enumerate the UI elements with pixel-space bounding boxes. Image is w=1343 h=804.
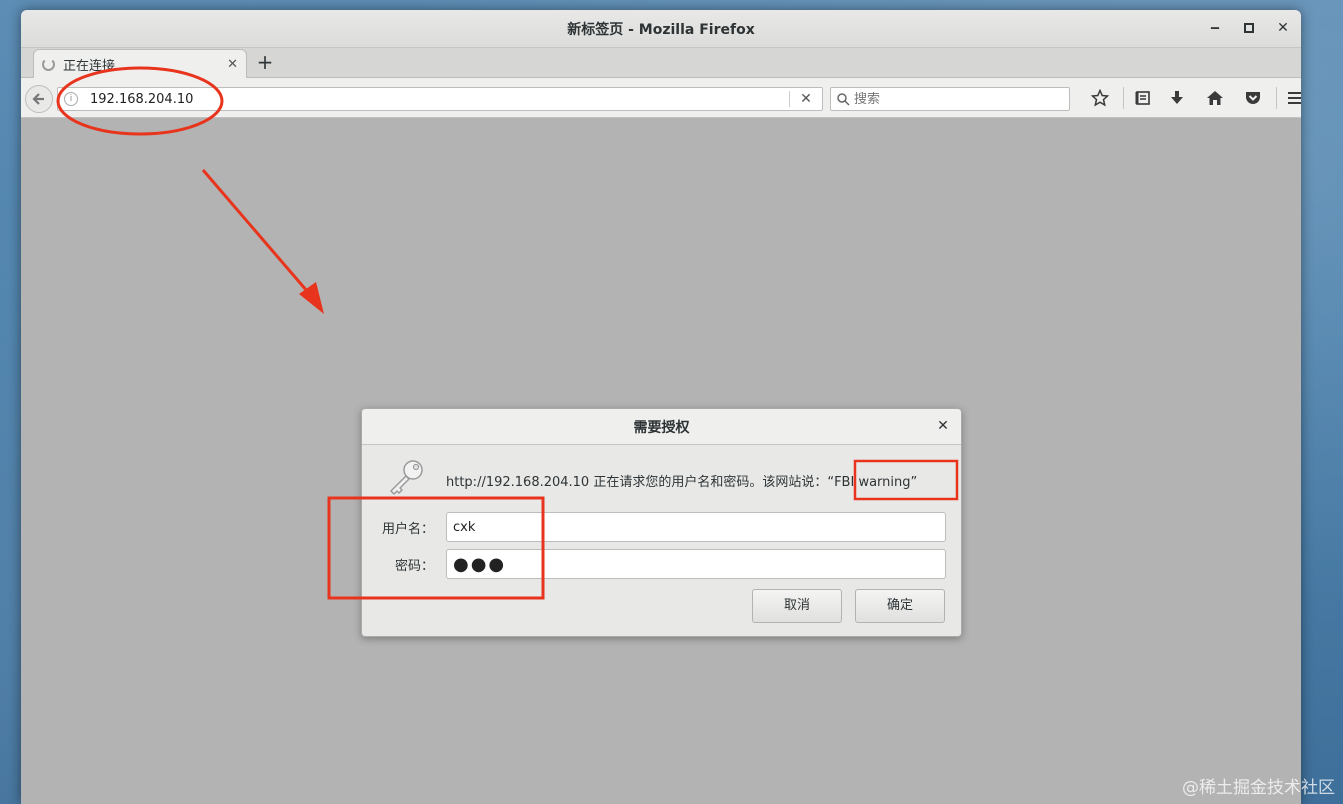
watermark: @稀土掘金技术社区 [1182,778,1335,798]
tab-close-icon[interactable]: ✕ [227,57,238,72]
tab-bar: 正在连接… ✕ + [21,48,1301,79]
reading-list-icon[interactable] [1128,86,1158,110]
search-icon [837,92,850,106]
toolbar-divider [1123,87,1124,109]
maximize-button[interactable] [1241,19,1257,37]
toolbar-divider [1276,87,1277,109]
url-clear-icon[interactable]: ✕ [798,91,814,107]
auth-message-text: http://192.168.204.10 正在请求您的用户名和密码。该网站说： [446,475,828,490]
new-tab-button[interactable]: + [253,51,277,75]
username-value: cxk [453,519,476,535]
download-icon[interactable] [1158,86,1196,110]
password-value: ●●● [453,553,507,575]
dialog-close-icon[interactable]: ✕ [935,418,951,434]
dialog-titlebar: 需要授权 ✕ [362,409,961,445]
browser-window: 新标签页 - Mozilla Firefox ‒ ✕ 正在连接… ✕ + i 1… [21,10,1301,804]
site-info-icon[interactable]: i [64,92,78,106]
bookmark-star-icon[interactable] [1081,86,1119,110]
username-label: 用户名： [381,522,434,537]
window-controls: ‒ ✕ [1207,19,1291,37]
cancel-button[interactable]: 取消 [752,589,842,623]
url-bar[interactable]: i 192.168.204.10 ✕ [57,87,823,111]
auth-realm: “FBI warning” [827,475,918,490]
key-icon [390,460,423,495]
search-bar[interactable] [830,87,1070,111]
window-titlebar: 新标签页 - Mozilla Firefox ‒ ✕ [21,10,1301,48]
toolbar-icons [1081,86,1301,110]
auth-message: http://192.168.204.10 正在请求您的用户名和密码。该网站说：… [446,471,917,490]
ok-button[interactable]: 确定 [855,589,945,623]
password-field[interactable]: ●●● [446,549,946,579]
close-window-button[interactable]: ✕ [1275,19,1291,37]
search-input[interactable] [854,91,1054,107]
password-label: 密码： [394,559,434,574]
url-divider [789,91,790,107]
dialog-title: 需要授权 [633,419,690,436]
tab-label: 正在连接… [63,59,129,74]
username-field[interactable]: cxk [446,512,946,542]
navigation-toolbar: i 192.168.204.10 ✕ [21,78,1301,118]
tab-current[interactable]: 正在连接… ✕ [33,49,247,79]
home-icon[interactable] [1196,86,1234,110]
loading-spinner-icon [42,58,55,71]
minimize-button[interactable]: ‒ [1207,19,1223,37]
auth-dialog: 需要授权 ✕ http://192.168.204.10 正在请求您的用户名和密… [361,408,962,637]
url-text[interactable]: 192.168.204.10 [90,92,789,107]
pocket-icon[interactable] [1234,86,1272,110]
window-title: 新标签页 - Mozilla Firefox [567,21,755,38]
hamburger-menu-icon[interactable] [1281,86,1301,110]
back-button[interactable] [25,85,53,113]
